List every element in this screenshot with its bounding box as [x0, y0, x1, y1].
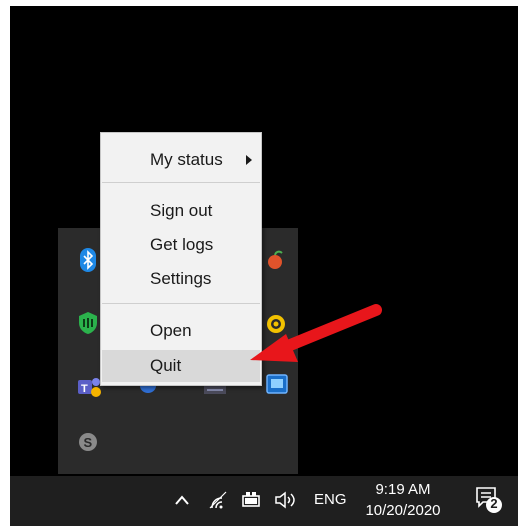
yellow-circle-icon[interactable]: [266, 314, 286, 334]
language-indicator[interactable]: ENG: [314, 491, 347, 508]
green-shield-icon[interactable]: [78, 312, 98, 334]
desktop-screen: T S My status Sign out Get logs Settings…: [10, 6, 518, 526]
menu-item-label: My status: [150, 150, 223, 169]
skype-icon[interactable]: S: [78, 432, 98, 452]
svg-text:T: T: [81, 383, 88, 395]
teams-icon[interactable]: T: [78, 376, 101, 397]
fruit-app-icon[interactable]: [266, 250, 286, 270]
show-hidden-icons-chevron-icon[interactable]: [174, 490, 190, 515]
taskbar: ENG 9:19 AM 10/20/2020 2: [10, 476, 518, 526]
menu-item-label: Get logs: [150, 235, 214, 254]
volume-icon[interactable]: [274, 490, 296, 515]
menu-item-my-status[interactable]: My status: [102, 145, 260, 175]
clock-time: 9:19 AM: [375, 481, 431, 498]
menu-item-label: Settings: [150, 269, 212, 288]
menu-item-open[interactable]: Open: [102, 316, 260, 346]
clock-date: 10/20/2020: [365, 502, 441, 519]
notification-center-icon[interactable]: 2: [476, 486, 504, 521]
menu-separator: [102, 303, 260, 304]
menu-separator: [102, 182, 260, 183]
menu-item-sign-out[interactable]: Sign out: [102, 196, 260, 226]
svg-text:S: S: [84, 435, 93, 450]
taskbar-clock[interactable]: 9:19 AM 10/20/2020: [358, 480, 448, 522]
menu-item-settings[interactable]: Settings: [102, 264, 260, 294]
bluetooth-icon[interactable]: [78, 248, 98, 272]
menu-item-label: Quit: [150, 356, 182, 375]
tray-context-menu: My status Sign out Get logs Settings Ope…: [100, 132, 262, 386]
menu-item-label: Open: [150, 321, 192, 340]
menu-item-label: Sign out: [150, 201, 213, 220]
battery-icon[interactable]: [240, 490, 262, 515]
grey-app-icon[interactable]: [204, 384, 226, 404]
notification-count-badge: 2: [490, 496, 498, 511]
submenu-arrow-icon: [246, 155, 252, 165]
wifi-icon[interactable]: [208, 490, 228, 515]
display-icon[interactable]: [266, 374, 288, 394]
menu-item-get-logs[interactable]: Get logs: [102, 230, 260, 260]
menu-item-quit[interactable]: Quit: [102, 350, 260, 382]
